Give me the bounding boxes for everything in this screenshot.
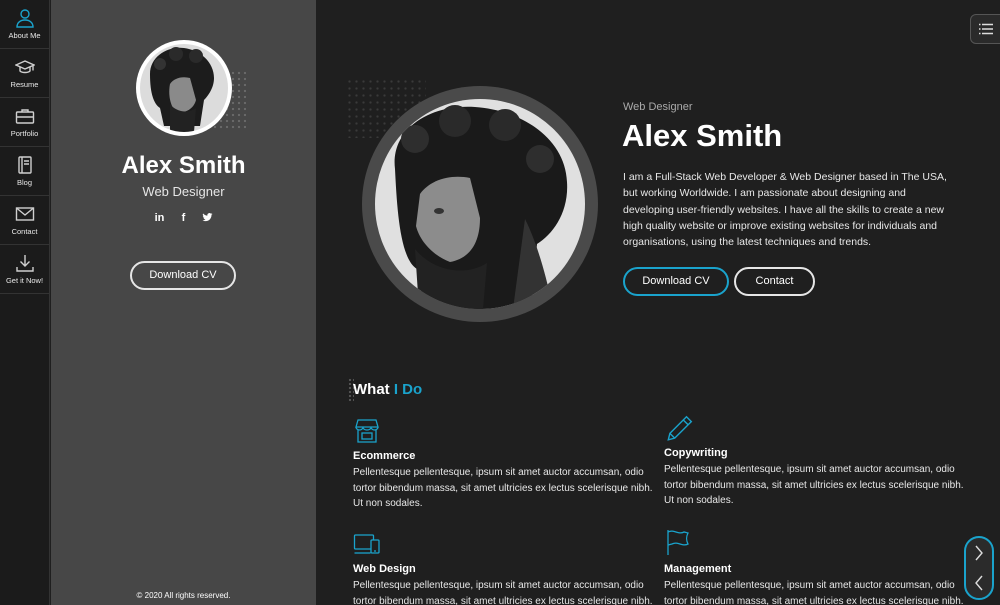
nav-item-about-me[interactable]: About Me (0, 0, 49, 49)
briefcase-icon (15, 109, 34, 124)
social-links: in f (51, 212, 316, 226)
profile-name: Alex Smith (121, 152, 246, 179)
person-icon (15, 9, 34, 28)
profile-avatar (136, 40, 232, 136)
service-management: Management Pellentesque pellentesque, ip… (664, 528, 964, 605)
copyright-footer: © 2020 All rights reserved. (136, 591, 231, 600)
section-title-accent: I Do (393, 381, 423, 398)
shop-icon (355, 419, 379, 443)
nav-item-get-it-now[interactable]: Get it Now! (0, 245, 49, 294)
service-title: Web Design (353, 563, 416, 575)
hero-role: Web Designer (623, 101, 693, 113)
envelope-icon (15, 207, 34, 221)
graduation-cap-icon (14, 60, 35, 74)
pencil-icon (667, 415, 693, 441)
service-description: Pellentesque pellentesque, ipsum sit ame… (664, 580, 964, 605)
portrait-image (375, 99, 585, 309)
nav-item-resume[interactable]: Resume (0, 49, 49, 98)
menu-toggle-button[interactable] (970, 14, 1000, 44)
service-title: Ecommerce (353, 450, 416, 462)
book-icon (17, 156, 32, 174)
section-title-what-i-do: What I Do (353, 381, 422, 398)
hero-photo (362, 86, 598, 322)
nav-item-portfolio[interactable]: Portfolio (0, 98, 49, 147)
download-cv-button[interactable]: Download CV (130, 261, 236, 290)
main-content: Web Designer Alex Smith I am a Full-Stac… (316, 0, 1000, 605)
portrait-image (140, 44, 228, 132)
service-description: Pellentesque pellentesque, ipsum sit ame… (353, 467, 653, 509)
twitter-icon[interactable] (201, 212, 215, 226)
flag-icon (667, 530, 689, 555)
service-title: Management (664, 563, 732, 575)
chevron-left-icon[interactable] (974, 575, 984, 591)
nav-label: Resume (10, 80, 39, 89)
nav-label: Get it Now! (5, 276, 44, 285)
nav-label: Contact (11, 227, 38, 236)
hero-name: Alex Smith (622, 118, 783, 153)
download-icon (15, 255, 34, 272)
profile-role: Web Designer (142, 184, 225, 199)
chevron-right-icon[interactable] (974, 545, 984, 561)
service-title: Copywriting (664, 447, 728, 459)
service-copywriting: Copywriting Pellentesque pellentesque, i… (664, 413, 964, 509)
nav-label: Blog (16, 178, 32, 187)
linkedin-icon[interactable]: in (153, 212, 167, 226)
hero-bio: I am a Full-Stack Web Developer & Web De… (623, 171, 947, 249)
nav-item-blog[interactable]: Blog (0, 147, 49, 196)
devices-icon (353, 534, 380, 554)
page-navigation (964, 536, 994, 600)
service-ecommerce: Ecommerce Pellentesque pellentesque, ips… (353, 417, 653, 512)
nav-item-contact[interactable]: Contact (0, 196, 49, 245)
profile-photo-wrapper (136, 40, 246, 136)
service-description: Pellentesque pellentesque, ipsum sit ame… (353, 580, 653, 605)
nav-label: About Me (8, 31, 41, 40)
hero-download-cv-button[interactable]: Download CV (623, 267, 729, 296)
side-nav: About Me Resume Portfolio Blog Contact G… (0, 0, 50, 605)
nav-label: Portfolio (10, 129, 39, 138)
service-web-design: Web Design Pellentesque pellentesque, ip… (353, 530, 653, 605)
hero-contact-button[interactable]: Contact (734, 267, 815, 296)
profile-panel: Alex Smith Web Designer in f Download CV… (51, 0, 316, 605)
facebook-icon[interactable]: f (177, 212, 191, 226)
list-menu-icon (979, 23, 993, 35)
section-title-part: What (353, 381, 390, 398)
service-description: Pellentesque pellentesque, ipsum sit ame… (664, 464, 964, 506)
